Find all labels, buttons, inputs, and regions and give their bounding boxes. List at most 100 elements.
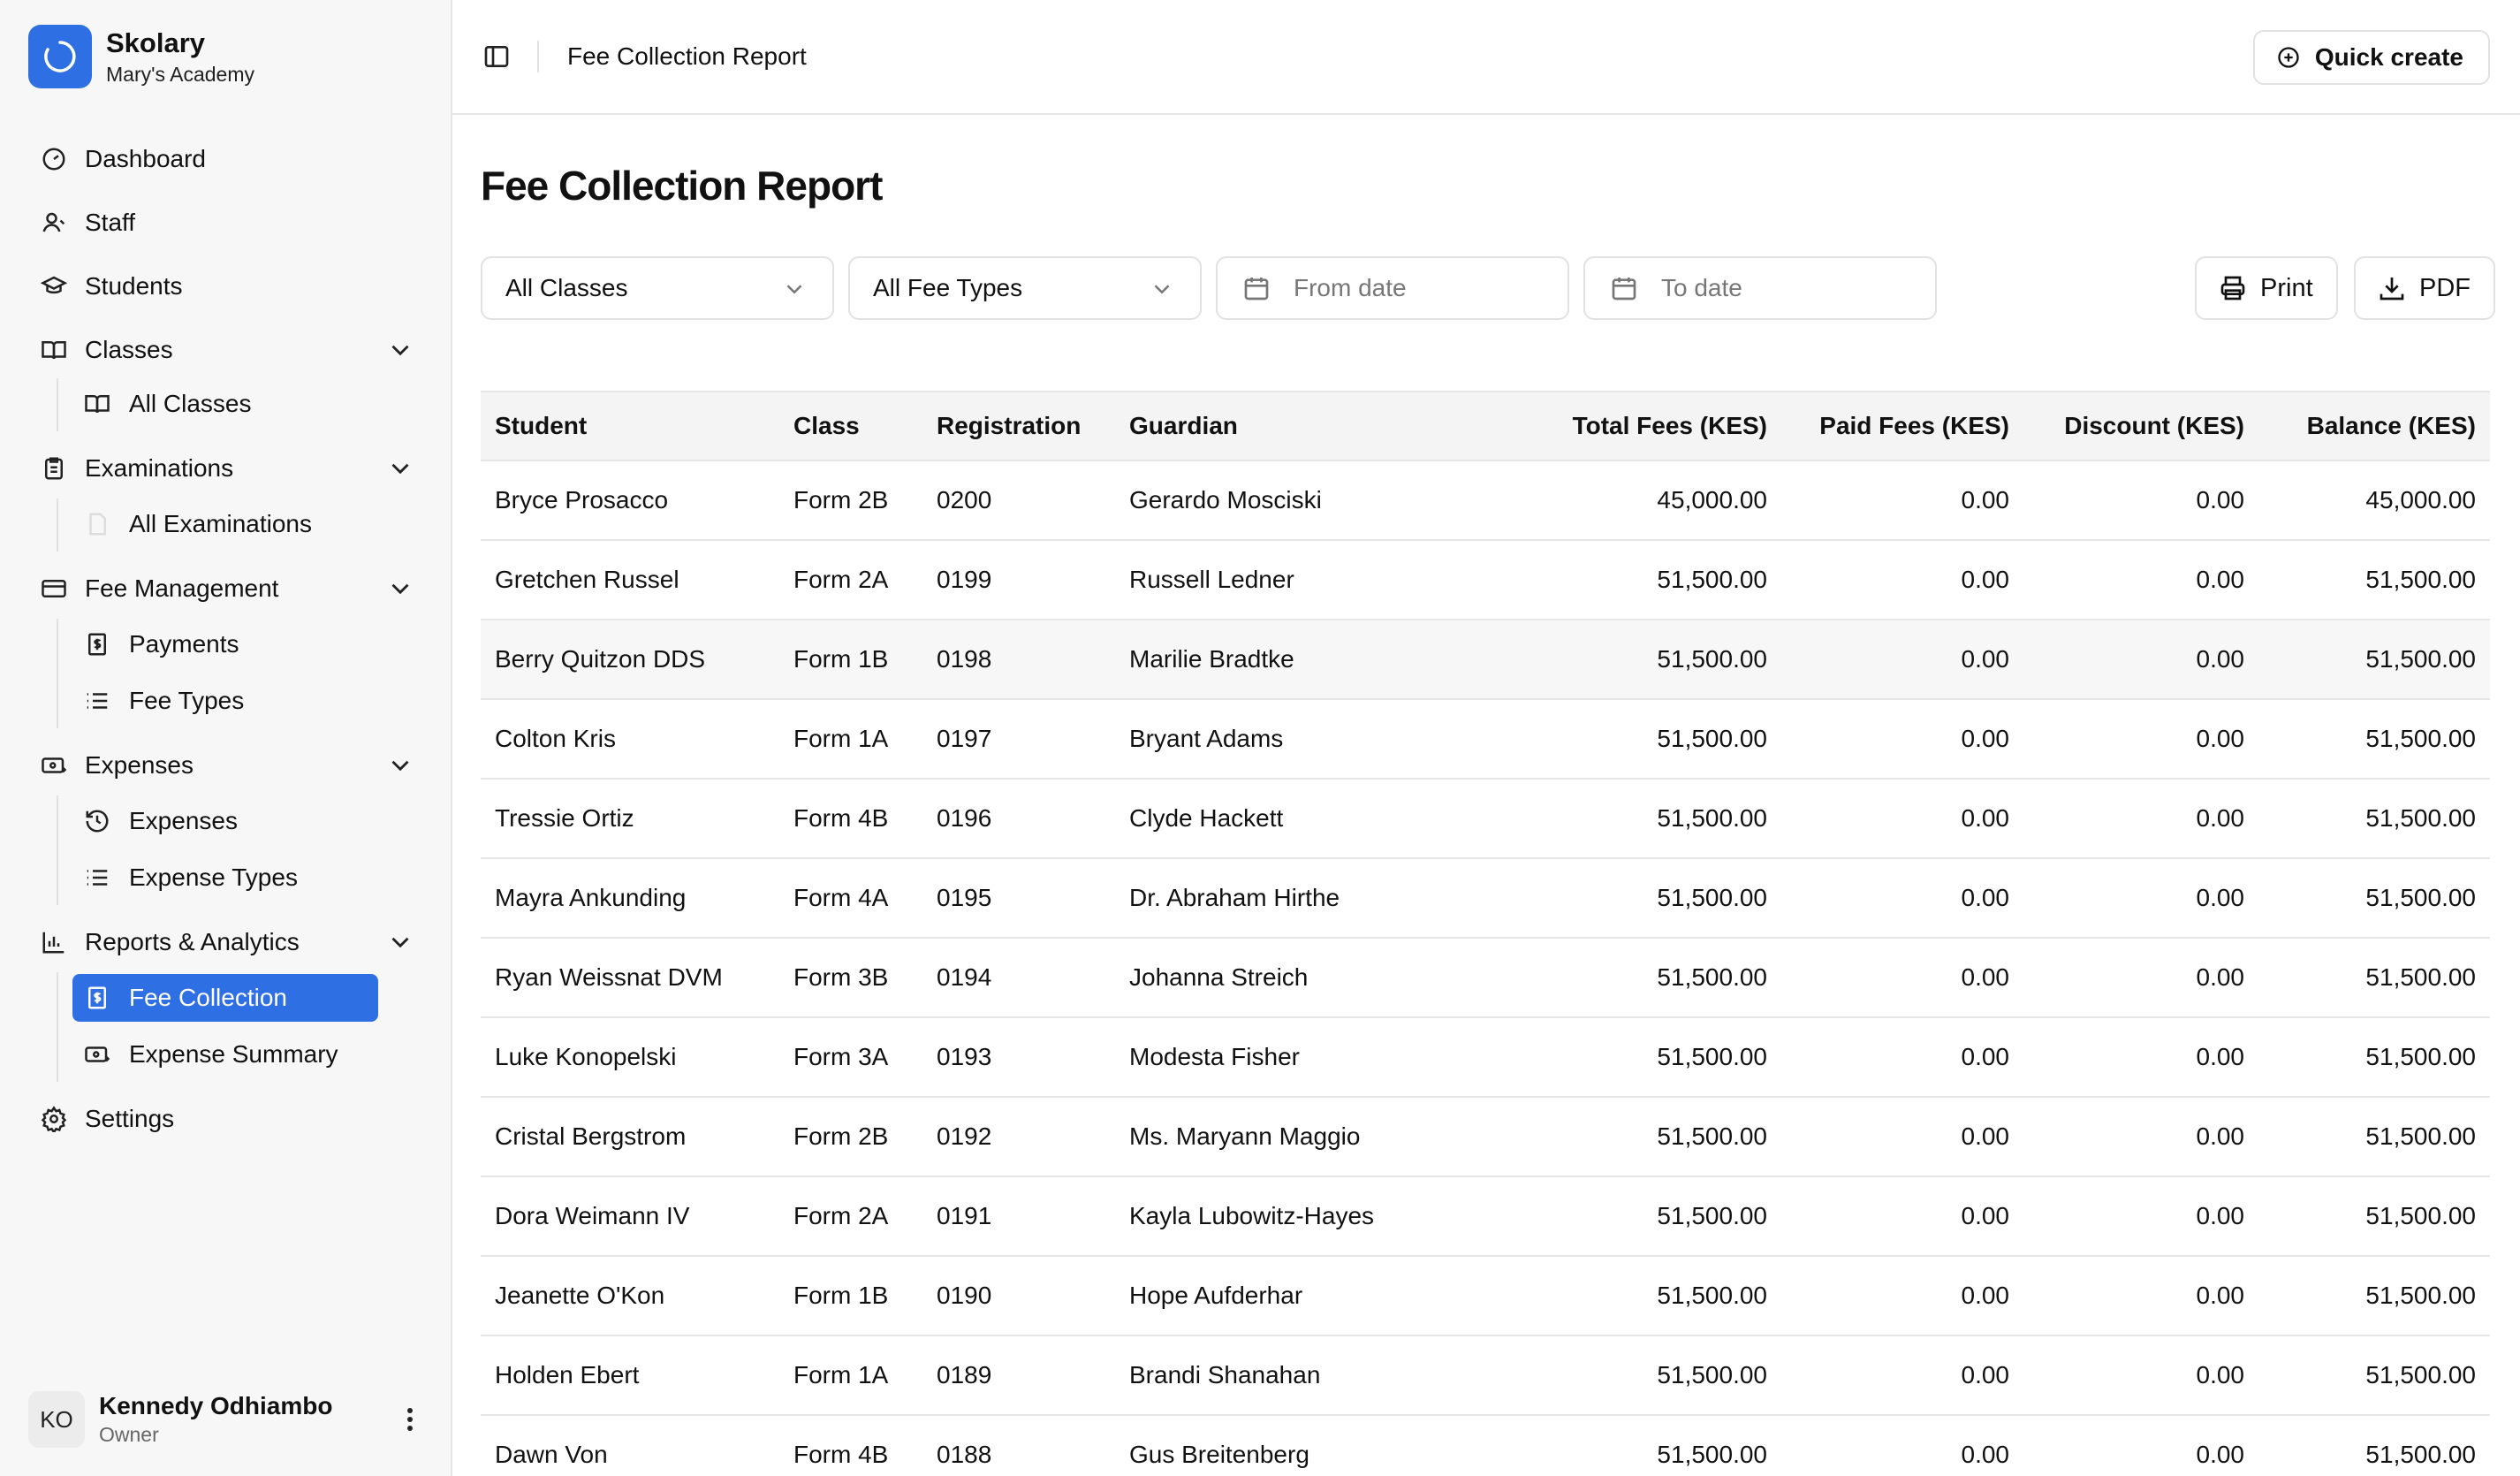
cell-discount: 0.00 [2196, 1202, 2245, 1229]
cell-total-fees: 51,500.00 [1657, 725, 1767, 752]
column-header-guardian[interactable]: Guardian [1129, 392, 1238, 460]
sidebar-item-label: Expenses [129, 807, 238, 834]
file-icon [83, 510, 111, 538]
chevron-down-icon[interactable] [385, 574, 415, 604]
to-date-input[interactable]: To date [1583, 256, 1937, 320]
cell-paid-fees: 0.00 [1961, 1282, 2010, 1309]
table-row[interactable]: Dawn Von Form 4B 0188 Gus Breitenberg 51,500… [481, 1416, 2490, 1476]
fee-type-select[interactable]: All Fee Types [848, 256, 1202, 320]
chevron-down-icon[interactable] [385, 750, 415, 780]
table-row[interactable]: Berry Quitzon DDS Form 1B 0198 Marilie Brad… [481, 620, 2490, 700]
cell-paid-fees: 0.00 [1961, 566, 2010, 593]
table-row[interactable]: Bryce Prosacco Form 2B 0200 Gerardo Moscisk… [481, 461, 2490, 541]
cell-paid-fees: 0.00 [1961, 645, 2010, 673]
chevron-down-icon[interactable] [385, 335, 415, 365]
table-row[interactable]: Dora Weimann IV Form 2A 0191 Kayla Lubowitz… [481, 1177, 2490, 1257]
book-open-icon [83, 390, 111, 418]
cell-balance: 45,000.00 [2365, 486, 2476, 514]
cell-balance: 51,500.00 [2365, 963, 2476, 991]
chevron-down-icon [1149, 276, 1175, 302]
sidebar-item-expenses-group[interactable]: Expenses [39, 737, 415, 794]
sidebar-item-expense-types[interactable]: Expense Types [72, 854, 378, 902]
sidebar-item-classes[interactable]: Classes [39, 322, 415, 378]
sidebar-item-examinations[interactable]: Examinations [39, 440, 415, 497]
column-header-student[interactable]: Student [495, 392, 587, 460]
table-row[interactable]: Jeanette O'Kon Form 1B 0190 Hope Aufderhar 5… [481, 1257, 2490, 1336]
cell-registration: 0199 [937, 566, 992, 593]
column-header-total-fees[interactable]: Total Fees (KES) [1573, 392, 1767, 460]
cell-total-fees: 51,500.00 [1657, 1282, 1767, 1309]
cell-balance: 51,500.00 [2365, 1441, 2476, 1468]
sidebar-item-fee-collection[interactable]: Fee Collection [72, 974, 378, 1022]
sidebar-item-fee-types[interactable]: Fee Types [72, 677, 378, 725]
sidebar-item-reports[interactable]: Reports & Analytics [39, 914, 415, 970]
table-row[interactable]: Gretchen Russel Form 2A 0199 Russell Ledner… [481, 541, 2490, 620]
column-header-paid-fees[interactable]: Paid Fees (KES) [1819, 392, 2009, 460]
table-row[interactable]: Luke Konopelski Form 3A 0193 Modesta Fisher… [481, 1018, 2490, 1098]
sidebar-item-all-classes[interactable]: All Classes [72, 380, 378, 428]
column-header-discount[interactable]: Discount (KES) [2064, 392, 2244, 460]
cell-paid-fees: 0.00 [1961, 1441, 2010, 1468]
sidebar-item-label: All Classes [129, 390, 252, 417]
sidebar-item-label: Fee Types [129, 687, 245, 714]
pdf-button[interactable]: PDF [2354, 256, 2495, 320]
brand[interactable]: Skolary Mary's Academy [28, 25, 254, 88]
user-role: Owner [99, 1423, 159, 1446]
more-vertical-icon[interactable] [394, 1404, 426, 1435]
school-name: Mary's Academy [106, 63, 254, 86]
cell-paid-fees: 0.00 [1961, 1122, 2010, 1150]
sidebar-item-expenses[interactable]: Expenses [72, 797, 378, 845]
user-icon [39, 208, 69, 238]
cell-balance: 51,500.00 [2365, 1043, 2476, 1070]
sidebar-item-all-examinations[interactable]: All Examinations [72, 500, 378, 548]
sidebar-item-payments[interactable]: Payments [72, 620, 378, 668]
sidebar-toggle-icon[interactable] [479, 39, 514, 74]
print-button[interactable]: Print [2195, 256, 2338, 320]
sidebar-item-label: Classes [85, 336, 173, 363]
table-row[interactable]: Cristal Bergstrom Form 2B 0192 Ms. Maryann … [481, 1098, 2490, 1177]
cell-registration: 0189 [937, 1361, 992, 1389]
table-row[interactable]: Mayra Ankunding Form 4A 0195 Dr. Abraham Hi… [481, 859, 2490, 939]
cell-class: Form 1A [793, 725, 889, 752]
to-date-placeholder: To date [1661, 274, 1742, 301]
cell-guardian: Marilie Bradtke [1129, 645, 1294, 673]
sidebar-item-expense-summary[interactable]: Expense Summary [72, 1031, 378, 1078]
user-profile[interactable]: KO Kennedy Odhiambo Owner [28, 1386, 426, 1453]
chevron-down-icon[interactable] [385, 927, 415, 957]
sidebar-item-staff[interactable]: Staff [39, 194, 415, 251]
sidebar-item-label: Reports & Analytics [85, 928, 300, 955]
table-row[interactable]: Holden Ebert Form 1A 0189 Brandi Shanahan 51… [481, 1336, 2490, 1416]
plus-circle-icon [2274, 43, 2303, 72]
quick-create-button[interactable]: Quick create [2252, 30, 2490, 85]
cell-paid-fees: 0.00 [1961, 1202, 2010, 1229]
cell-student: Gretchen Russel [495, 566, 679, 593]
chevron-down-icon[interactable] [385, 453, 415, 483]
gauge-icon [39, 144, 69, 174]
table-row[interactable]: Tressie Ortiz Form 4B 0196 Clyde Hackett 51,… [481, 780, 2490, 859]
cell-student: Bryce Prosacco [495, 486, 669, 514]
cell-total-fees: 51,500.00 [1657, 963, 1767, 991]
header-title: Fee Collection Report [567, 42, 807, 70]
from-date-input[interactable]: From date [1216, 256, 1569, 320]
cell-guardian: Kayla Lubowitz-Hayes [1129, 1202, 1375, 1229]
cell-discount: 0.00 [2196, 804, 2245, 832]
sidebar-item-students[interactable]: Students [39, 258, 415, 315]
cell-paid-fees: 0.00 [1961, 804, 2010, 832]
table-row[interactable]: Colton Kris Form 1A 0197 Bryant Adams 51,500… [481, 700, 2490, 780]
chevron-down-icon [781, 276, 808, 302]
cell-discount: 0.00 [2196, 486, 2245, 514]
column-header-balance[interactable]: Balance (KES) [2307, 392, 2476, 460]
sidebar-item-settings[interactable]: Settings [39, 1091, 415, 1147]
top-header: Fee Collection Report Quick create [452, 0, 2520, 115]
cell-balance: 51,500.00 [2365, 566, 2476, 593]
receipt-icon [83, 984, 111, 1012]
sidebar-item-label: Dashboard [85, 145, 206, 172]
class-select[interactable]: All Classes [481, 256, 834, 320]
sidebar-item-dashboard[interactable]: Dashboard [39, 131, 415, 187]
sidebar-item-fee-management[interactable]: Fee Management [39, 560, 415, 617]
column-header-class[interactable]: Class [793, 392, 860, 460]
brand-name: Skolary [106, 27, 206, 58]
table-row[interactable]: Ryan Weissnat DVM Form 3B 0194 Johanna Stre… [481, 939, 2490, 1018]
cell-paid-fees: 0.00 [1961, 884, 2010, 911]
column-header-registration[interactable]: Registration [937, 392, 1081, 460]
